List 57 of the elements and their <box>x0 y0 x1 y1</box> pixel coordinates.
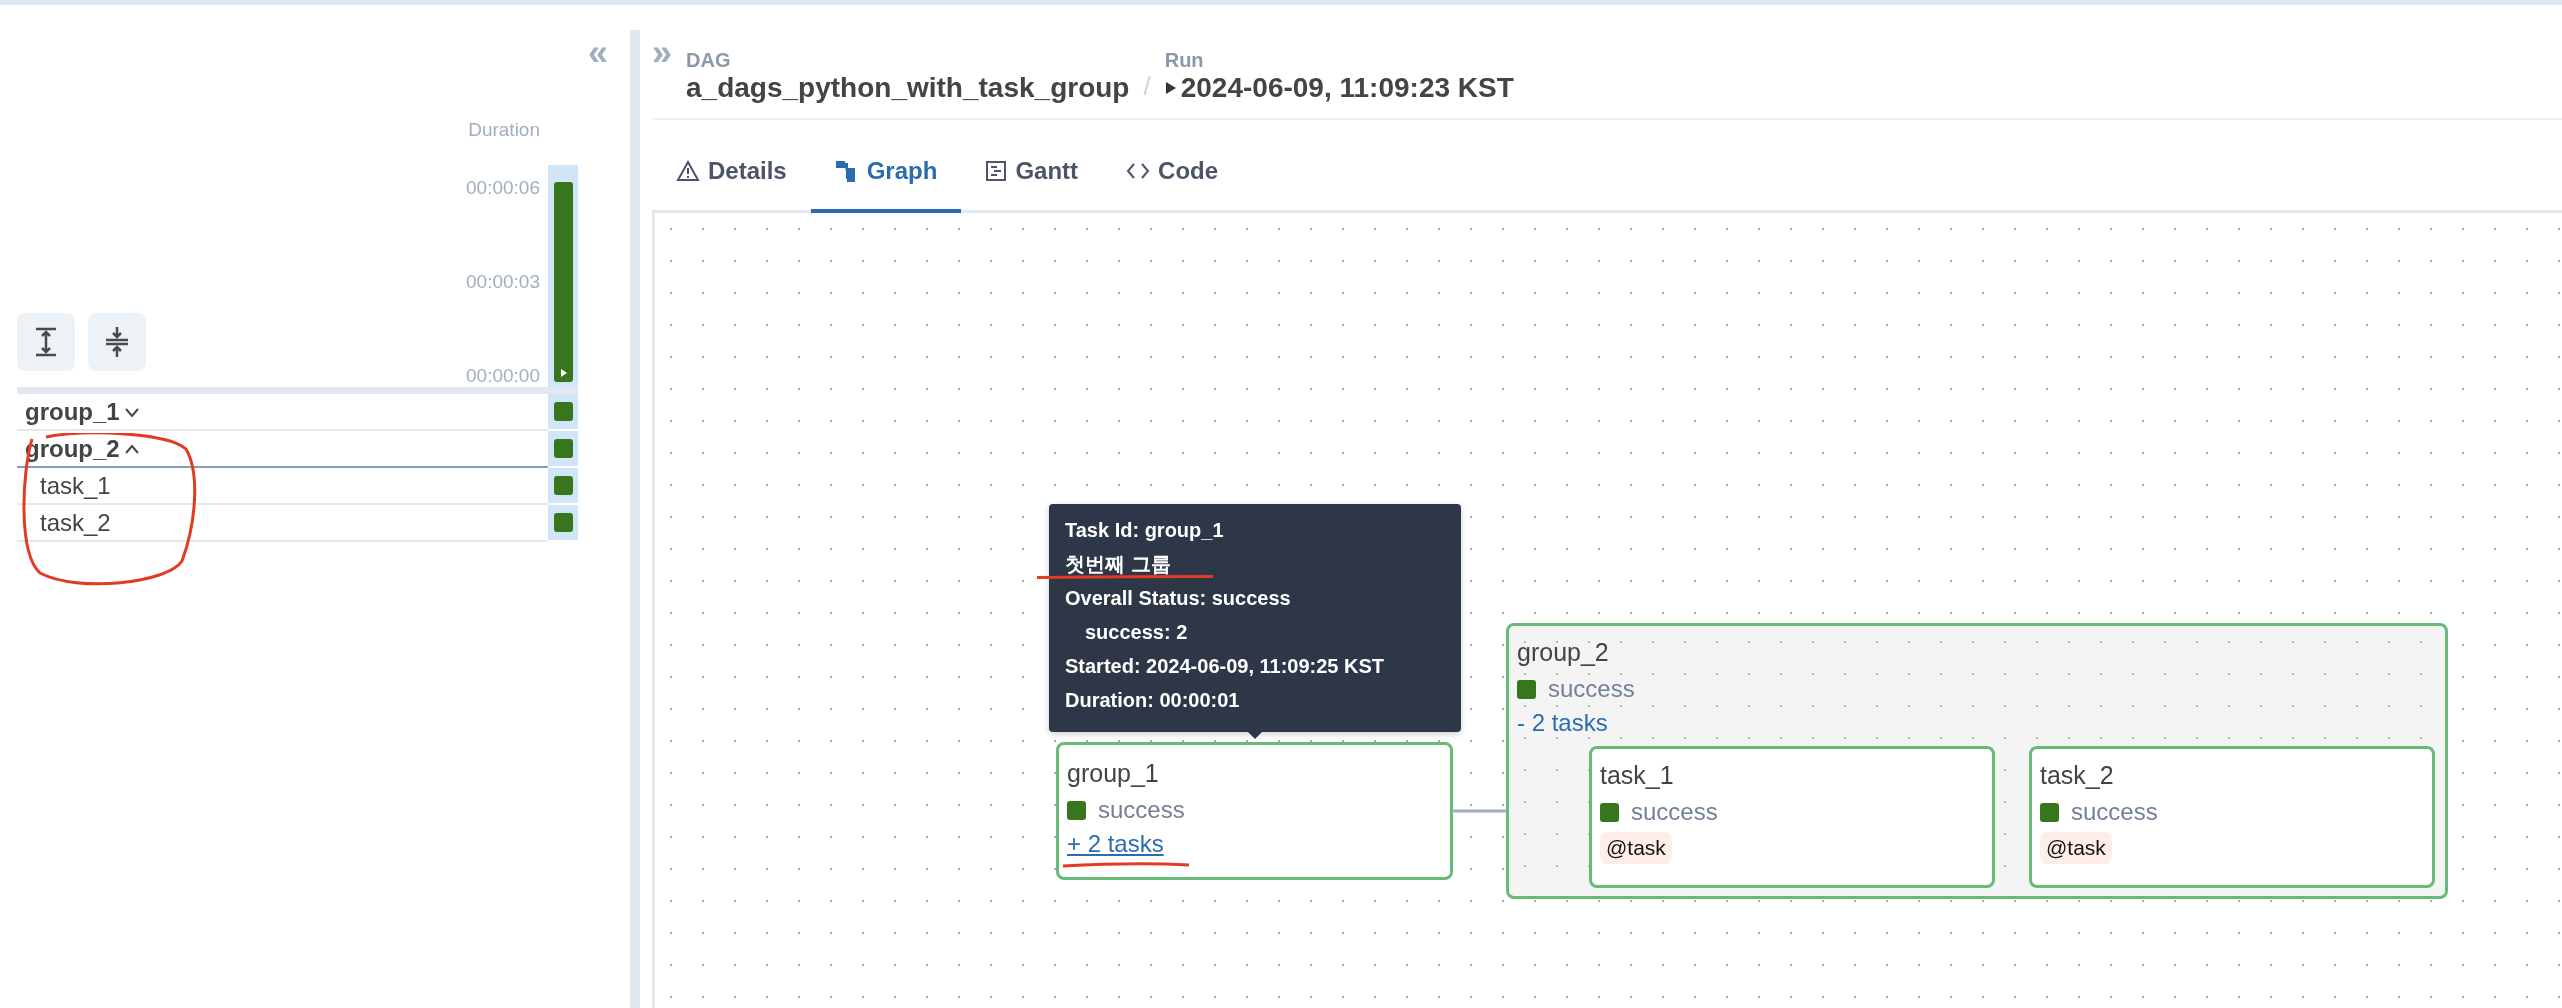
toggle-tasks-link[interactable]: - 2 tasks <box>1517 709 1608 736</box>
operator-tag: @task <box>1600 832 1672 864</box>
tab[interactable]: Graph <box>810 120 962 213</box>
tree-item[interactable]: task_1 <box>40 471 111 500</box>
panel-resize-handle[interactable] <box>630 30 640 1008</box>
status-text: success <box>1548 675 1635 703</box>
collapse-all-button[interactable] <box>88 313 146 371</box>
node-title: group_2 <box>1517 638 1610 667</box>
duration-label: Duration <box>468 119 540 141</box>
status-square <box>1067 800 1086 820</box>
chevron-icon[interactable] <box>123 443 140 454</box>
status-square[interactable] <box>553 513 573 532</box>
warning-icon <box>676 159 700 182</box>
chevron-icon[interactable] <box>123 406 140 417</box>
tooltip-line: Started: 2024-06-09, 11:09:25 KST <box>1065 654 1385 679</box>
run-name[interactable]: 2024-06-09, 11:09:23 KST <box>1180 72 1514 104</box>
task-node[interactable]: task_2 success @task <box>2029 746 2435 888</box>
expand-all-button[interactable] <box>17 313 75 371</box>
axis-tick-label: 00:00:06 <box>466 177 540 199</box>
tree-item[interactable]: group_1 <box>25 397 120 426</box>
node-title: task_2 <box>2040 761 2115 790</box>
node-title: group_1 <box>1067 759 1160 788</box>
task-node[interactable]: task_1 success @task <box>1589 746 1995 888</box>
status-square[interactable] <box>553 402 573 421</box>
axis-tick-label: 00:00:03 <box>466 271 540 293</box>
breadcrumb-separator: / <box>1143 71 1151 103</box>
node-title: task_1 <box>1600 761 1675 790</box>
status-square[interactable] <box>553 476 573 495</box>
collapse-icon <box>105 326 129 358</box>
expand-icon <box>35 327 57 357</box>
tooltip-line: Task Id: group_1 <box>1065 518 1224 543</box>
breadcrumb-label: Run <box>1164 49 1205 72</box>
graph-canvas[interactable] <box>652 213 2562 1008</box>
document-icon <box>985 159 1008 182</box>
status-text: success <box>2071 798 2158 826</box>
tooltip-line: success: 2 <box>1084 620 1188 645</box>
toggle-tasks-link[interactable]: + 2 tasks <box>1067 830 1164 857</box>
tooltip-line: 첫번째 그룹 <box>1065 552 1171 577</box>
tab[interactable]: Details <box>652 120 811 213</box>
status-square <box>1517 679 1536 699</box>
tooltip-line: Duration: 00:00:01 <box>1065 688 1240 713</box>
task-group-node[interactable]: group_1 success + 2 tasks <box>1056 742 1453 880</box>
status-text: success <box>1098 796 1185 824</box>
status-text: success <box>1631 798 1718 826</box>
dag-name[interactable]: a_dags_python_with_task_group <box>686 72 1130 104</box>
axis-tick-label: 00:00:00 <box>466 365 540 387</box>
operator-tag: @task <box>2040 832 2112 864</box>
breadcrumb-label: DAG <box>686 49 732 72</box>
tab[interactable]: Code <box>1102 120 1243 213</box>
status-square <box>1600 802 1619 822</box>
tooltip-line: Overall Status: success <box>1065 586 1291 611</box>
status-square[interactable] <box>553 439 573 458</box>
status-square <box>2040 802 2059 822</box>
play-icon <box>1164 81 1177 95</box>
task-group-node[interactable]: group_2 success - 2 tasks task_1 success @task task_2 success @task <box>1506 623 2448 899</box>
tree-item[interactable]: task_2 <box>40 508 111 537</box>
tab[interactable]: Gantt <box>961 120 1103 213</box>
